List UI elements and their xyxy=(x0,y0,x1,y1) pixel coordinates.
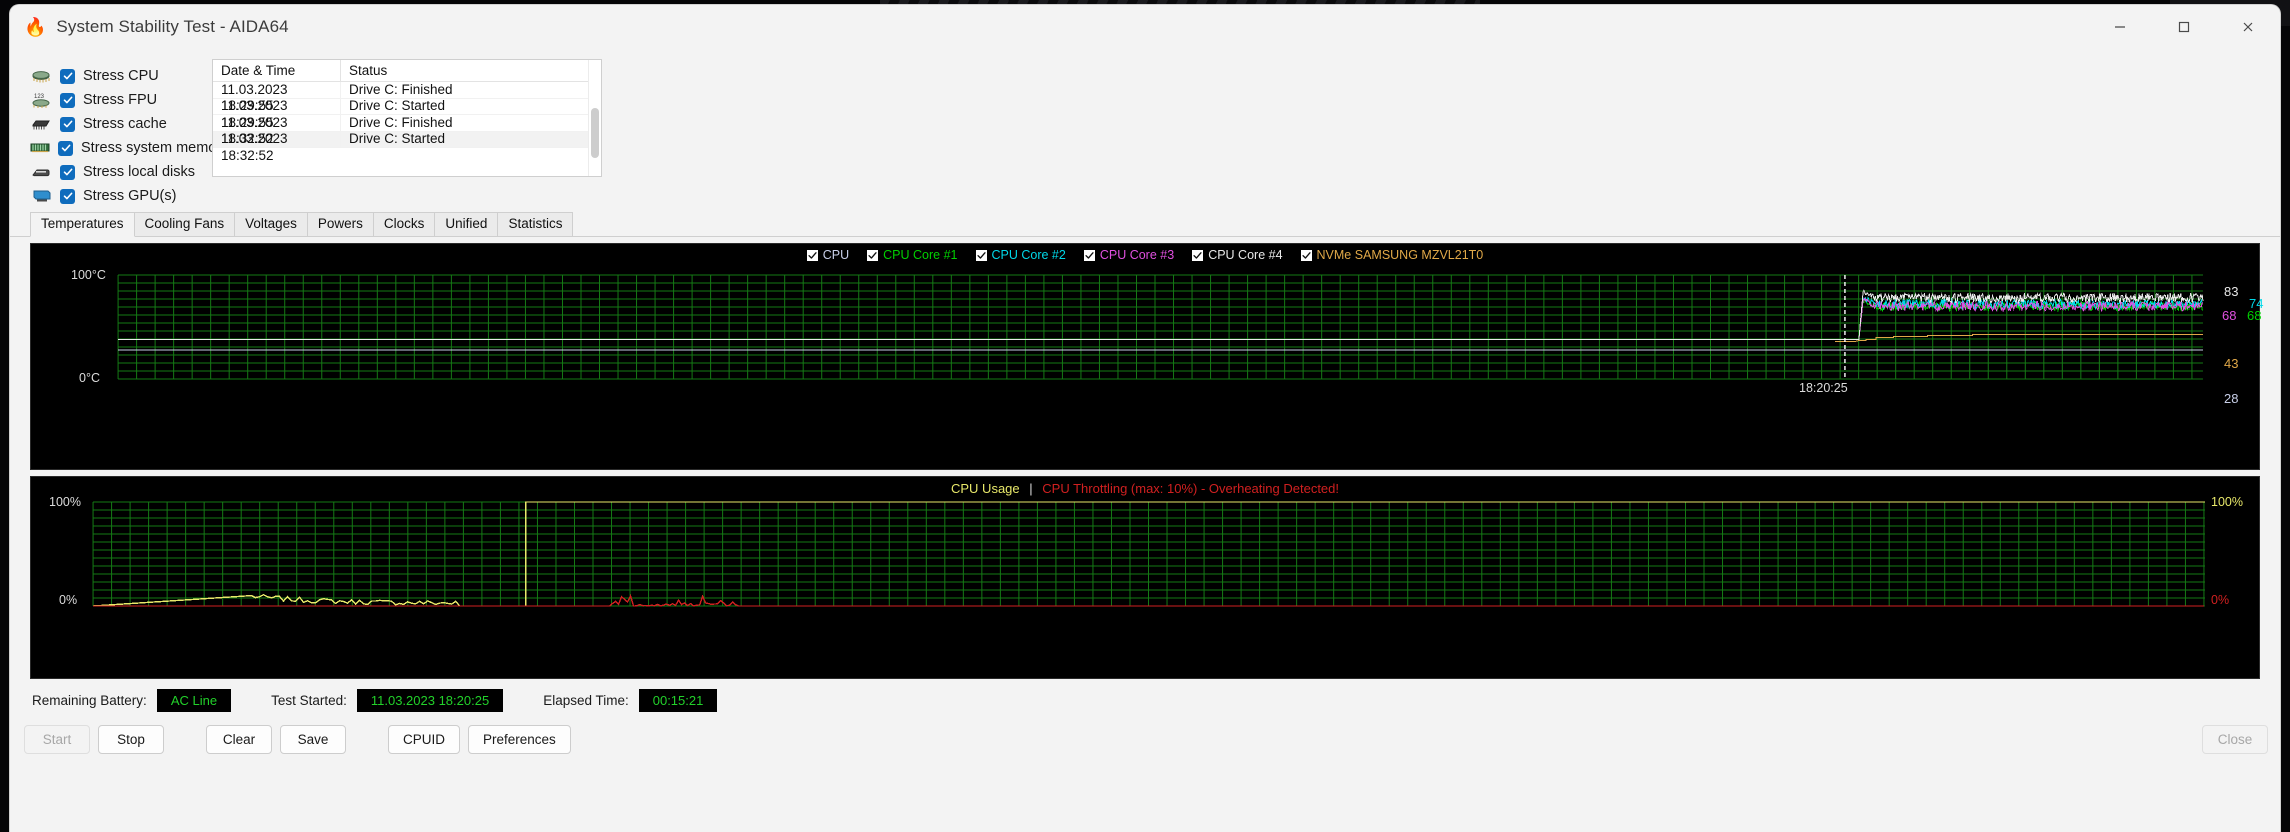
title-bar[interactable]: 🔥 System Stability Test - AIDA64 xyxy=(10,5,2280,49)
stress-option-checkbox[interactable] xyxy=(60,92,75,108)
log-cell-status: Drive C: Started xyxy=(349,98,446,113)
charts-area: CPU CPU Core #1 CPU Core #2 CPU Core #3 CPU … xyxy=(10,237,2280,679)
stress-option-row[interactable]: Stress cache xyxy=(30,113,210,135)
event-log-scrollbar-thumb[interactable] xyxy=(591,108,599,158)
svg-text:123: 123 xyxy=(34,94,45,100)
tab-unified[interactable]: Unified xyxy=(434,212,499,236)
table-row[interactable]: 11.03.2023 18:32:52 Drive C: Finished xyxy=(213,114,588,146)
stress-option-row[interactable]: Stress system memory xyxy=(30,137,228,159)
preferences-button[interactable]: Preferences xyxy=(468,725,571,754)
stress-option-row[interactable]: Stress local disks xyxy=(30,161,210,183)
hard-disk-icon xyxy=(30,164,52,180)
table-row[interactable]: 11.03.2023 18:32:52 Drive C: Started xyxy=(213,131,588,163)
log-cell-datetime: 11.03.2023 18:29:55 xyxy=(213,81,341,113)
temp-value-label: 28 xyxy=(2224,391,2239,406)
log-cell-status: Drive C: Started xyxy=(349,131,446,146)
stress-option-label: Stress cache xyxy=(83,116,167,132)
tab-statistics[interactable]: Statistics xyxy=(497,212,574,236)
event-log-header: Date & Time Status xyxy=(213,60,588,82)
cpu-chip-icon xyxy=(30,68,52,84)
usage-right-top-label: 100% xyxy=(2211,495,2243,509)
event-log-panel[interactable]: Date & Time Status 11.03.2023 18:29:55 Dr… xyxy=(212,59,602,177)
cpu-usage-plot xyxy=(92,501,2205,607)
usage-right-bottom-label: 0% xyxy=(2211,593,2230,607)
column-header-status[interactable]: Status xyxy=(341,60,588,82)
temp-value-label: 68 xyxy=(2222,308,2237,323)
maximize-icon[interactable] xyxy=(2152,5,2216,49)
status-bar: Remaining Battery: AC Line Test Started:… xyxy=(10,685,2280,715)
log-cell-datetime: 11.03.2023 18:29:55 xyxy=(213,98,341,130)
log-cell-datetime: 11.03.2023 18:32:52 xyxy=(213,131,341,163)
stress-option-checkbox[interactable] xyxy=(60,164,75,180)
test-started-label: Test Started: xyxy=(271,692,347,708)
event-log-scrollbar[interactable] xyxy=(588,60,601,176)
stress-option-label: Stress CPU xyxy=(83,68,159,84)
memory-module-icon xyxy=(30,140,50,156)
close-icon[interactable] xyxy=(2216,5,2280,49)
clear-button[interactable]: Clear xyxy=(206,725,272,754)
window-title: System Stability Test - AIDA64 xyxy=(56,17,289,36)
save-button[interactable]: Save xyxy=(280,725,346,754)
table-row[interactable]: 11.03.2023 18:29:55 Drive C: Started xyxy=(213,98,588,130)
battery-value: AC Line xyxy=(156,688,232,712)
battery-label: Remaining Battery: xyxy=(32,692,147,708)
temperatures-plot xyxy=(117,274,2204,380)
tab-clocks[interactable]: Clocks xyxy=(372,212,436,236)
stress-option-label: Stress local disks xyxy=(83,164,196,180)
fpu-chip-icon: 123 xyxy=(30,92,52,108)
temperatures-chart-panel: CPU CPU Core #1 CPU Core #2 CPU Core #3 CPU … xyxy=(30,243,2263,470)
temp-axis-bottom-label: 0°C xyxy=(79,371,100,385)
stop-button[interactable]: Stop xyxy=(98,725,164,754)
temp-axis-top-label: 100°C xyxy=(71,268,106,282)
table-row[interactable]: 11.03.2023 18:29:55 Drive C: Finished xyxy=(213,81,588,113)
gpu-monitor-icon xyxy=(30,188,52,204)
window-controls xyxy=(2088,5,2280,49)
window-content: Stress CPU 123 Stress FPU Stress cache Stres… xyxy=(10,49,2280,832)
start-button[interactable]: Start xyxy=(24,725,90,754)
temp-value-label: 43 xyxy=(2224,356,2239,371)
log-cell-status: Drive C: Finished xyxy=(349,81,453,97)
elapsed-time-value: 00:15:21 xyxy=(638,688,718,712)
temp-value-label: 83 xyxy=(2224,284,2239,299)
stress-option-checkbox[interactable] xyxy=(60,68,75,84)
stress-option-checkbox[interactable] xyxy=(58,140,73,156)
cpuid-button[interactable]: CPUID xyxy=(388,725,461,754)
stress-option-row[interactable]: 123 Stress FPU xyxy=(30,89,210,111)
top-panel: Stress CPU 123 Stress FPU Stress cache Stres… xyxy=(10,49,2280,209)
log-cell-datetime: 11.03.2023 18:32:52 xyxy=(213,114,341,146)
stress-option-label: Stress FPU xyxy=(83,92,158,108)
aida64-stability-test-window: 🔥 System Stability Test - AIDA64 Stress … xyxy=(10,5,2280,832)
tab-cooling-fans[interactable]: Cooling Fans xyxy=(133,212,236,236)
button-bar: Start Stop Clear Save CPUID Preferences … xyxy=(10,725,2280,754)
column-header-datetime[interactable]: Date & Time xyxy=(213,60,341,82)
stress-option-checkbox[interactable] xyxy=(60,188,75,204)
event-log-rows: 11.03.2023 18:29:55 Drive C: Finished 11.0… xyxy=(213,81,588,163)
stress-option-row[interactable]: Stress CPU xyxy=(30,65,210,87)
test-started-value: 11.03.2023 18:20:25 xyxy=(356,688,504,712)
stress-option-row[interactable]: Stress GPU(s) xyxy=(30,185,210,207)
stress-option-label: Stress GPU(s) xyxy=(83,188,177,204)
stress-options-list: Stress CPU 123 Stress FPU Stress cache Stres… xyxy=(10,59,228,209)
minimize-icon[interactable] xyxy=(2088,5,2152,49)
tab-voltages[interactable]: Voltages xyxy=(234,212,308,236)
aida64-flame-icon: 🔥 xyxy=(24,17,47,37)
tab-temperatures[interactable]: Temperatures xyxy=(30,212,135,237)
tab-powers[interactable]: Powers xyxy=(306,212,374,236)
sensor-tab-strip: Temperatures Cooling Fans Voltages Powers Cl… xyxy=(10,211,2280,237)
stress-option-checkbox[interactable] xyxy=(60,116,75,132)
temp-time-marker-label: 18:20:25 xyxy=(1799,381,1848,395)
close-button[interactable]: Close xyxy=(2202,725,2268,754)
event-log-table: Date & Time Status 11.03.2023 18:29:55 Dr… xyxy=(213,60,588,176)
cache-chip-icon xyxy=(30,116,52,132)
cpu-usage-chart-panel: CPU Usage | CPU Throttling (max: 10%) - … xyxy=(30,476,2260,679)
elapsed-time-label: Elapsed Time: xyxy=(543,692,629,708)
log-cell-status: Drive C: Finished xyxy=(349,114,453,130)
usage-axis-top-label: 100% xyxy=(49,495,81,509)
stress-option-label: Stress system memory xyxy=(81,140,229,156)
usage-axis-bottom-label: 0% xyxy=(59,593,78,607)
temp-value-label: 68 xyxy=(2247,308,2262,323)
